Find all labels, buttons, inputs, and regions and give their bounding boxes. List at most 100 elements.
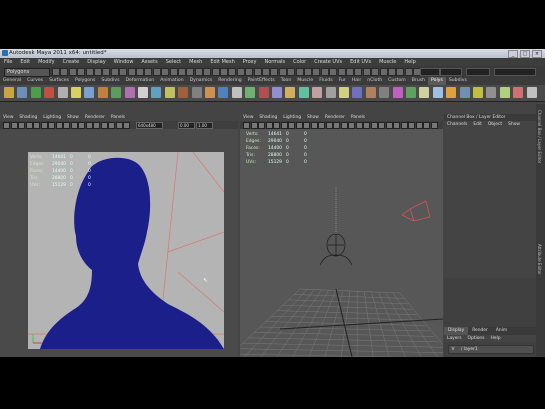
viewport-tool-icon[interactable] (108, 122, 115, 129)
shelf-tool-icon[interactable] (151, 87, 162, 98)
layer-editor-menu-options[interactable]: Options (465, 335, 488, 342)
shelf-tool-icon[interactable] (245, 87, 256, 98)
menu-select[interactable]: Select (162, 58, 185, 66)
status-tool-icon[interactable] (270, 68, 279, 76)
shelf-tool-icon[interactable] (57, 87, 68, 98)
minimize-button[interactable]: _ (508, 50, 518, 58)
viewport-tool-icon[interactable] (430, 122, 438, 129)
viewport-tool-icon[interactable] (63, 122, 70, 129)
menu-display[interactable]: Display (83, 58, 109, 66)
status-tool-icon[interactable] (127, 68, 136, 76)
left-viewport-menu-panels[interactable]: Panels (108, 114, 128, 121)
viewport-tool-icon[interactable] (378, 122, 385, 129)
status-tool-icon[interactable] (220, 68, 228, 76)
shelf-tool-icon[interactable] (499, 87, 510, 98)
camera-object-icon[interactable] (401, 200, 431, 222)
status-tool-icon[interactable] (68, 68, 77, 76)
status-tool-icon[interactable] (211, 68, 220, 76)
shelf-tab-custom[interactable]: Custom (385, 77, 409, 85)
status-tool-icon[interactable] (329, 68, 338, 76)
viewport-tool-icon[interactable] (363, 122, 370, 129)
viewport-tool-icon[interactable] (115, 122, 123, 129)
status-tool-icon[interactable] (161, 68, 170, 76)
status-tool-icon[interactable] (152, 68, 161, 76)
shelf-tab-hair[interactable]: Hair (349, 77, 364, 85)
menu-create-uvs[interactable]: Create UVs (310, 58, 346, 66)
shelf-tool-icon[interactable] (486, 87, 497, 98)
viewport-tool-icon[interactable] (423, 122, 430, 129)
shelf-tab-fur[interactable]: Fur (336, 77, 349, 85)
left-viewport-menu-renderer[interactable]: Renderer (82, 114, 108, 121)
viewport-tool-icon[interactable] (310, 122, 318, 129)
status-tool-icon[interactable] (144, 68, 153, 76)
layer-name[interactable]: / layer1 (457, 346, 478, 353)
head-wireframe[interactable] (319, 233, 353, 266)
shelf-tab-toon[interactable]: Toon (278, 77, 295, 85)
shelf-tab-rendering[interactable]: Rendering (215, 77, 244, 85)
viewport-tool-icon[interactable] (40, 122, 48, 129)
menu-normals[interactable]: Normals (260, 58, 289, 66)
shelf-tool-icon[interactable] (285, 87, 296, 98)
shelf-tool-icon[interactable] (258, 87, 269, 98)
shelf-tool-icon[interactable] (44, 87, 55, 98)
status-tool-icon[interactable] (228, 68, 237, 76)
shelf-tool-icon[interactable] (446, 87, 457, 98)
shelf-tool-icon[interactable] (473, 87, 483, 98)
layer-editor-menu-help[interactable]: Help (487, 335, 503, 342)
shelf-tool-icon[interactable] (30, 87, 41, 98)
shelf-tool-icon[interactable] (406, 87, 416, 98)
status-tool-icon[interactable] (287, 68, 296, 76)
menu-window[interactable]: Window (110, 58, 138, 66)
status-tool-icon[interactable] (278, 68, 287, 76)
status-tool-icon[interactable] (186, 68, 195, 76)
shelf-tool-icon[interactable] (205, 87, 215, 98)
right-viewport-canvas[interactable]: Verts: 14641 0 0 Edges: 29040 0 0 Faces: 14400 0 0 T… (240, 129, 443, 357)
viewport-tool-icon[interactable] (288, 122, 295, 129)
viewport-tool-icon[interactable] (33, 122, 40, 129)
side-tab-channel-box[interactable]: Channel Box / Layer Editor (537, 110, 542, 163)
shelf-tool-icon[interactable] (71, 87, 81, 98)
viewport-tool-icon[interactable] (273, 122, 280, 129)
maximize-button[interactable]: □ (520, 50, 530, 58)
shelf-tool-icon[interactable] (325, 87, 336, 98)
status-tool-icon[interactable] (178, 68, 186, 76)
menu-file[interactable]: File (0, 58, 16, 66)
shelf-tool-icon[interactable] (191, 87, 202, 98)
status-tool-icon[interactable] (388, 68, 396, 76)
left-viewport-menu-show[interactable]: Show (64, 114, 82, 121)
shelf-tab-polys[interactable]: Polys (428, 77, 446, 85)
shelf-tab-painteffects[interactable]: PaintEffects (245, 77, 278, 85)
viewport-tool-icon[interactable] (48, 122, 55, 129)
viewport-tool-icon[interactable] (78, 122, 85, 129)
status-tool-icon[interactable] (169, 68, 178, 76)
status-tool-icon[interactable] (203, 68, 212, 76)
shelf-tool-icon[interactable] (231, 87, 242, 98)
close-button[interactable]: × (532, 50, 542, 58)
status-tool-icon[interactable] (354, 68, 363, 76)
channel-box-list[interactable] (444, 128, 536, 278)
status-tool-icon[interactable] (312, 68, 321, 76)
status-tool-icon[interactable] (85, 68, 94, 76)
viewport-tool-icon[interactable] (250, 122, 258, 129)
viewport-tool-icon[interactable] (100, 122, 108, 129)
layer-editor-tab-render[interactable]: Render (468, 327, 492, 335)
viewport-tool-icon[interactable] (10, 122, 18, 129)
shelf-tab-ncloth[interactable]: nCloth (364, 77, 385, 85)
menu-muscle[interactable]: Muscle (375, 58, 400, 66)
shelf-tool-icon[interactable] (298, 87, 309, 98)
left-viewport-canvas[interactable]: ↖ Verts: 14641 0 0 Edges: 29040 0 0 Faces: 14400 0… (28, 152, 224, 349)
status-tool-icon[interactable] (371, 68, 380, 76)
shelf-tab-general[interactable]: General (0, 77, 24, 85)
shelf-tool-icon[interactable] (339, 87, 349, 98)
layer-editor-tab-anim[interactable]: Anim (492, 327, 511, 335)
status-tool-icon[interactable] (404, 68, 413, 76)
viewport-tool-icon[interactable] (400, 122, 408, 129)
viewport-tool-icon[interactable] (93, 122, 100, 129)
status-tool-icon[interactable] (77, 68, 86, 76)
status-tool-icon[interactable] (346, 68, 354, 76)
right-viewport-menu-show[interactable]: Show (304, 114, 322, 121)
menu-set-select[interactable]: Polygons (4, 68, 50, 77)
shelf-tab-subdivs[interactable]: Subdivs (98, 77, 122, 85)
shelf-tool-icon[interactable] (526, 87, 537, 98)
left-viewport-menu-shading[interactable]: Shading (16, 114, 40, 121)
